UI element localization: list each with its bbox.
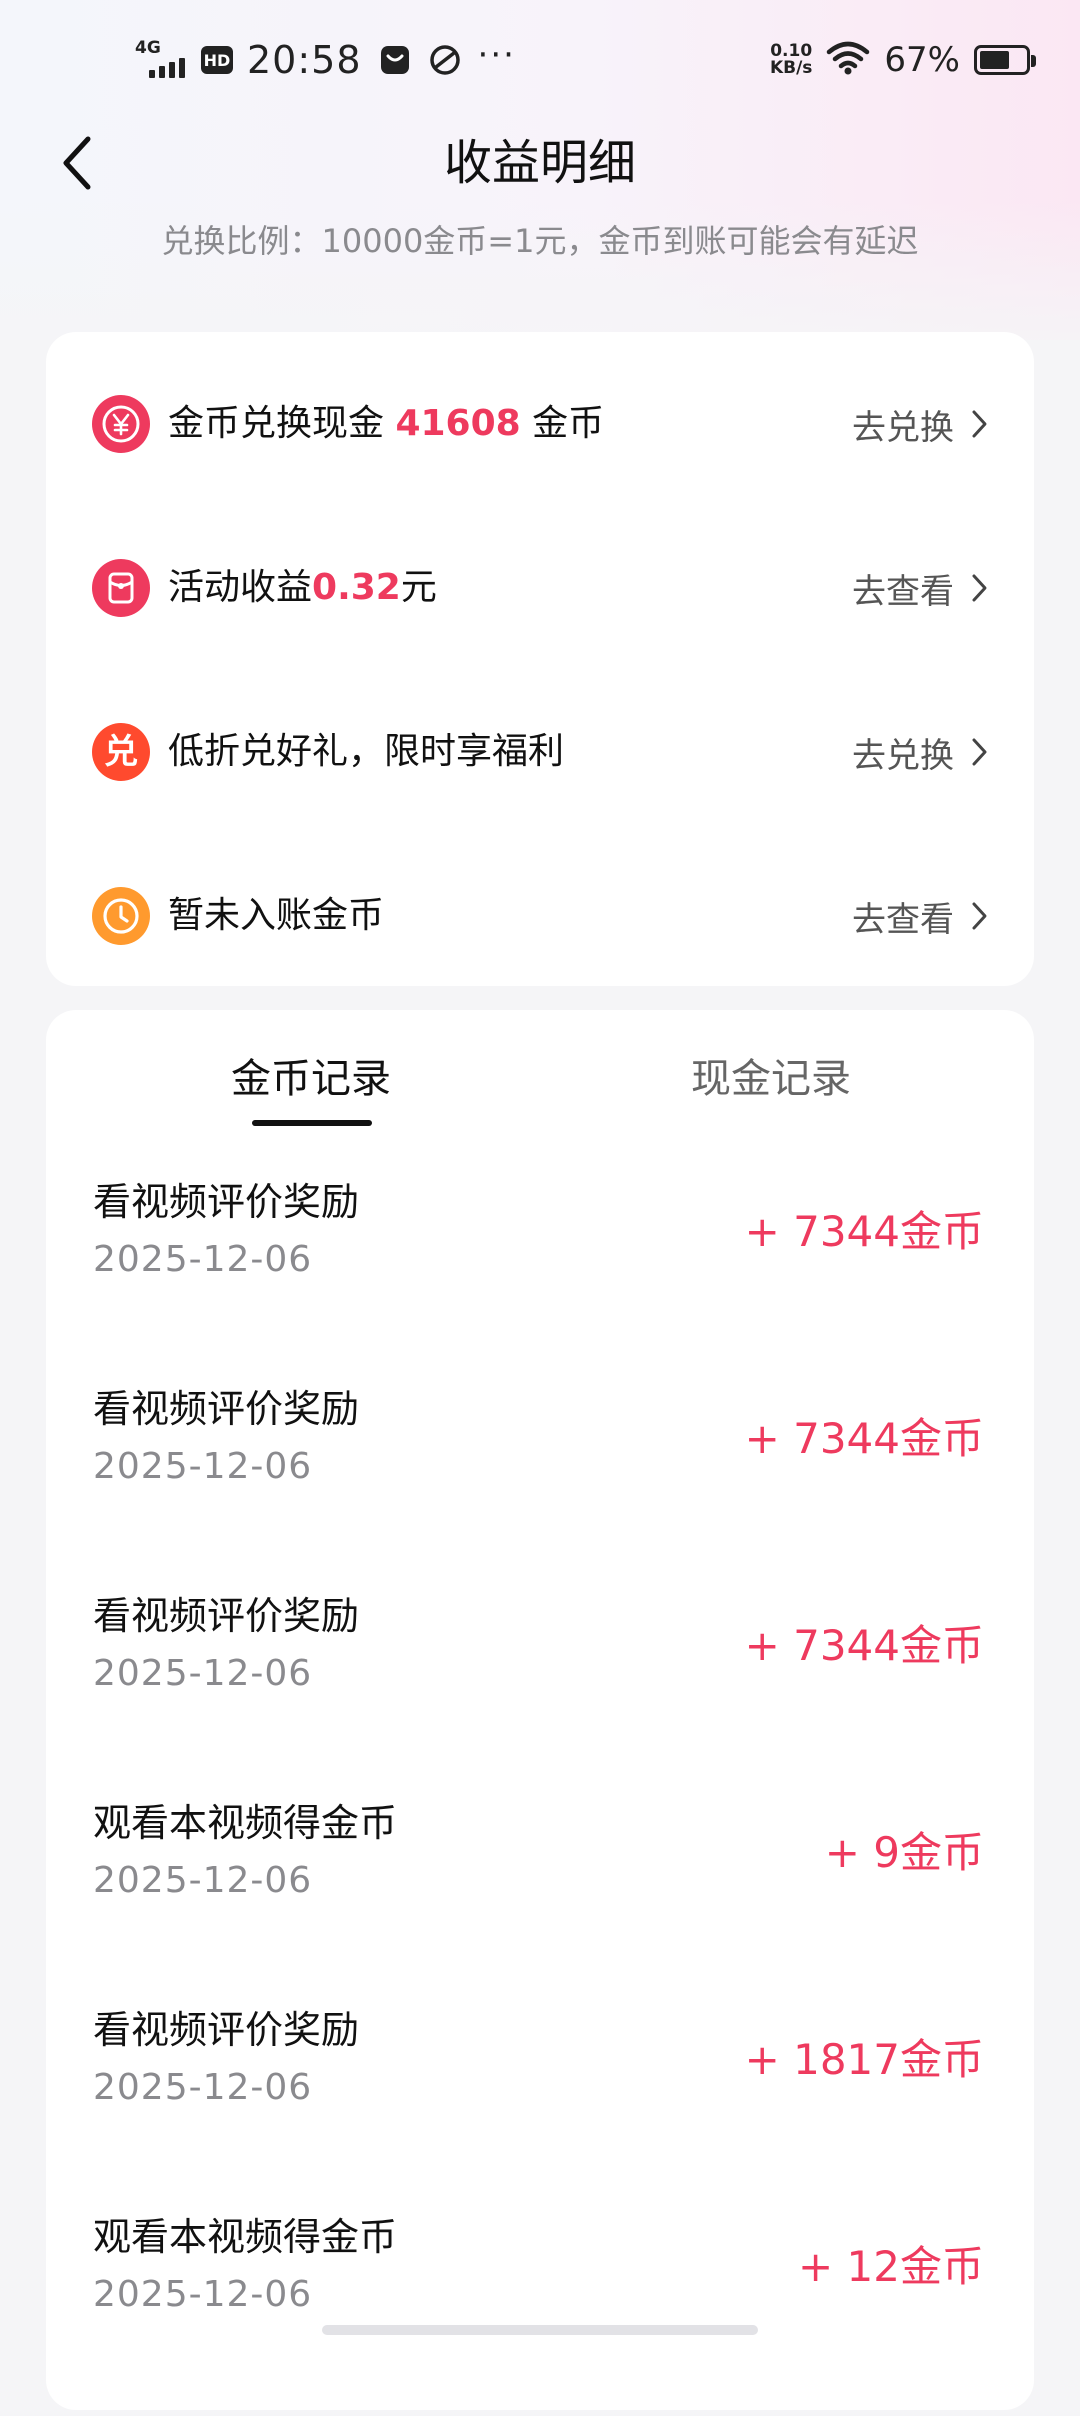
record-amount: + 12金币 <box>798 2242 984 2291</box>
action-label-unit: 元 <box>400 567 437 608</box>
go-exchange-gifts-link[interactable]: 去兑换 <box>852 692 988 812</box>
action-label-discount-gifts: 低折兑好礼，限时享福利 <box>168 692 564 812</box>
yuan-coin-icon <box>92 395 150 453</box>
record-title: 看视频评价奖励 <box>93 2008 360 2052</box>
action-label-text: 暂未入账金币 <box>168 895 385 936</box>
chevron-right-icon <box>972 574 987 602</box>
record-date: 2025-12-06 <box>93 1653 313 1694</box>
exchange-badge-icon: 兑 <box>92 723 150 781</box>
record-item: 看视频评价奖励 2025-12-06 + 7344金币 <box>46 1588 1034 1795</box>
record-date: 2025-12-06 <box>93 2274 313 2315</box>
battery-level-fill <box>980 51 1009 69</box>
chevron-right-icon <box>972 738 987 766</box>
go-exchange-link[interactable]: 去兑换 <box>852 364 988 484</box>
action-label-text: 活动收益 <box>168 567 313 608</box>
action-row-pending-coins[interactable]: 暂未入账金币 去查看 <box>46 856 1034 976</box>
go-view-pending-link[interactable]: 去查看 <box>852 856 988 976</box>
record-date: 2025-12-06 <box>93 1446 313 1487</box>
battery-percentage: 67% <box>884 40 960 80</box>
chevron-right-icon <box>972 410 987 438</box>
action-label-activity-earnings: 活动收益0.32元 <box>168 528 437 648</box>
record-amount: + 7344金币 <box>744 1414 984 1463</box>
hd-voice-icon: HD <box>201 46 233 74</box>
chevron-right-icon <box>972 902 987 930</box>
record-amount: + 7344金币 <box>744 1207 984 1256</box>
action-label-pending-coins: 暂未入账金币 <box>168 856 384 976</box>
action-link-text: 去兑换 <box>852 407 954 448</box>
activity-earnings-value: 0.32 <box>312 567 401 608</box>
record-title: 看视频评价奖励 <box>93 1387 360 1431</box>
record-title: 观看本视频得金币 <box>93 1801 398 1845</box>
network-speed-unit: KB/s <box>769 58 813 78</box>
home-indicator[interactable] <box>322 2325 758 2335</box>
notification-leaf-icon <box>428 43 462 77</box>
record-item: 看视频评价奖励 2025-12-06 + 1817金币 <box>46 2002 1034 2209</box>
page-title: 收益明细 <box>443 135 636 191</box>
status-bar-right: 0.10 KB/s 67% <box>770 30 1036 90</box>
status-bar: 4G HD 20:58 ··· 0.10 KB/s 67% <box>0 0 1080 120</box>
record-title: 看视频评价奖励 <box>93 1594 360 1638</box>
clock-icon <box>92 887 150 945</box>
record-item: 看视频评价奖励 2025-12-06 + 7344金币 <box>46 1174 1034 1381</box>
status-bar-left: 4G HD 20:58 ··· <box>135 30 516 90</box>
notification-app-icon <box>378 43 412 77</box>
action-link-text: 去查看 <box>852 571 954 612</box>
action-row-discount-gifts[interactable]: 兑 低折兑好礼，限时享福利 去兑换 <box>46 692 1034 812</box>
action-label-exchange-cash: 金币兑换现金 41608 金币 <box>168 364 604 484</box>
earnings-actions-card: 金币兑换现金 41608 金币 去兑换 活动收益0.32元 去查看 兑 低折兑好… <box>46 332 1034 986</box>
record-amount: + 9金币 <box>824 1828 984 1877</box>
wifi-icon <box>826 41 870 79</box>
cellular-signal-icon: 4G <box>135 38 191 80</box>
action-label-unit: 金币 <box>520 403 605 444</box>
record-item: 观看本视频得金币 2025-12-06 + 9金币 <box>46 1795 1034 2002</box>
record-date: 2025-12-06 <box>93 1239 313 1280</box>
record-date: 2025-12-06 <box>93 2067 313 2108</box>
network-type: 4G <box>135 38 161 58</box>
red-envelope-icon <box>92 559 150 617</box>
action-label-text: 金币兑换现金 <box>168 403 396 444</box>
action-label-text: 低折兑好礼，限时享福利 <box>168 731 565 772</box>
record-title: 看视频评价奖励 <box>93 1180 360 1224</box>
tab-cash-records[interactable]: 现金记录 <box>621 1034 921 1124</box>
go-view-activity-link[interactable]: 去查看 <box>852 528 988 648</box>
action-link-text: 去兑换 <box>852 735 954 776</box>
battery-icon <box>974 45 1036 75</box>
status-time: 20:58 <box>247 38 362 82</box>
network-speed: 0.10 KB/s <box>770 43 812 77</box>
exchange-rate-note: 兑换比例：10000金币=1元，金币到账可能会有延迟 <box>161 222 919 260</box>
exchange-badge-text: 兑 <box>104 732 138 772</box>
record-title: 观看本视频得金币 <box>93 2215 398 2259</box>
tab-coin-records[interactable]: 金币记录 <box>161 1034 461 1124</box>
action-row-exchange-cash[interactable]: 金币兑换现金 41608 金币 去兑换 <box>46 364 1034 484</box>
coin-balance: 41608 <box>395 403 521 444</box>
action-link-text: 去查看 <box>852 899 954 940</box>
more-notifications-icon: ··· <box>477 35 516 75</box>
records-card: 金币记录 现金记录 看视频评价奖励 2025-12-06 + 7344金币 看视… <box>46 1010 1034 2410</box>
record-amount: + 1817金币 <box>744 2035 984 2084</box>
active-tab-indicator <box>252 1120 372 1126</box>
record-date: 2025-12-06 <box>93 1860 313 1901</box>
action-row-activity-earnings[interactable]: 活动收益0.32元 去查看 <box>46 528 1034 648</box>
record-item: 观看本视频得金币 2025-12-06 + 12金币 <box>46 2209 1034 2416</box>
record-item: 看视频评价奖励 2025-12-06 + 7344金币 <box>46 1381 1034 1588</box>
record-amount: + 7344金币 <box>744 1621 984 1670</box>
